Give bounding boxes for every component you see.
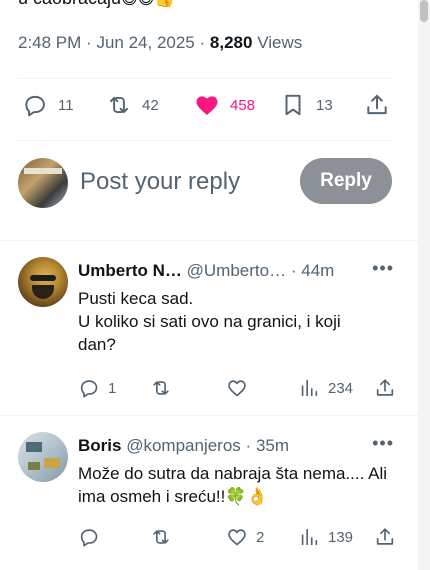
- reply-action[interactable]: 11: [22, 92, 74, 118]
- reply-post[interactable]: Umberto N… @Umberto… · 44m ••• Pusti kec…: [0, 241, 418, 415]
- bookmark-icon: [285, 94, 301, 116]
- author-handle[interactable]: @kompanjeros: [126, 436, 241, 455]
- reply-icon: [80, 380, 98, 398]
- reply-header: Umberto N… @Umberto… · 44m: [78, 261, 334, 281]
- repost-action[interactable]: [150, 526, 180, 548]
- views-action[interactable]: 234: [298, 377, 353, 399]
- reply-action[interactable]: 1: [78, 377, 116, 399]
- bookmark-action[interactable]: 13: [280, 92, 333, 118]
- views-icon: [301, 379, 318, 397]
- reply-post[interactable]: Boris @kompanjeros · 35m ••• Može do sut…: [0, 416, 418, 570]
- repost-action[interactable]: 42: [106, 92, 159, 118]
- post-date[interactable]: Jun 24, 2025: [96, 33, 194, 52]
- reply-header: Boris @kompanjeros · 35m: [78, 436, 289, 456]
- reply-button[interactable]: Reply: [300, 158, 392, 204]
- reply-text: Pusti keca sad. U koliko si sati ovo na …: [78, 289, 341, 354]
- repost-action[interactable]: [150, 377, 180, 399]
- post-action-bar: 11 42 458 13: [18, 92, 398, 124]
- repost-count: 42: [142, 96, 159, 114]
- reply-icon: [25, 95, 45, 117]
- scrollbar-track[interactable]: [418, 0, 430, 570]
- post-text-tail: u caobraćaju😅😅👍: [18, 0, 174, 9]
- views-count: 8,280: [209, 33, 253, 52]
- repost-icon: [153, 381, 169, 395]
- share-icon: [376, 379, 394, 396]
- views-count: 139: [328, 528, 354, 546]
- reply-action-bar: 2 139: [78, 526, 396, 552]
- more-icon[interactable]: •••: [372, 433, 394, 454]
- author-name[interactable]: Boris: [78, 436, 121, 455]
- my-avatar[interactable]: [18, 158, 68, 208]
- bookmark-count: 13: [316, 96, 333, 114]
- like-action[interactable]: [226, 377, 256, 399]
- reply-action[interactable]: [78, 526, 108, 548]
- author-name[interactable]: Umberto N…: [78, 261, 182, 280]
- reply-count: 11: [58, 96, 74, 114]
- post-time[interactable]: 2:48 PM: [18, 33, 81, 52]
- views-action[interactable]: 139: [298, 526, 353, 548]
- reply-text: Može do sutra da nabraja šta nema.... Al…: [78, 464, 392, 506]
- like-count: 458: [230, 96, 256, 114]
- like-count: 2: [256, 528, 265, 546]
- like-action[interactable]: 2: [226, 526, 264, 548]
- views-label: Views: [257, 33, 303, 52]
- header-dot: ·: [245, 436, 252, 455]
- reply-action-bar: 1 234: [78, 377, 396, 403]
- avatar[interactable]: [18, 257, 68, 307]
- repost-icon: [153, 530, 169, 544]
- share-action[interactable]: [374, 526, 396, 548]
- reply-composer: Post your reply Reply: [18, 158, 394, 210]
- scrollbar-thumb[interactable]: [420, 0, 428, 22]
- heart-icon: [228, 380, 246, 397]
- reply-icon: [80, 529, 98, 547]
- post-text-tail-emoji: 😅😅👍: [121, 0, 174, 8]
- reply-input[interactable]: Post your reply: [80, 168, 240, 196]
- like-action[interactable]: 458: [194, 92, 255, 118]
- views-count: 234: [328, 379, 354, 397]
- share-action[interactable]: [364, 92, 390, 118]
- divider: [18, 78, 394, 79]
- author-handle[interactable]: @Umberto…: [187, 261, 286, 280]
- share-icon: [367, 94, 387, 115]
- reply-time[interactable]: 44m: [301, 261, 334, 280]
- heart-icon: [228, 529, 246, 546]
- divider: [18, 140, 394, 141]
- more-icon[interactable]: •••: [372, 258, 394, 279]
- post-meta: 2:48 PM · Jun 24, 2025 · 8,280 Views: [18, 33, 302, 53]
- share-action[interactable]: [374, 377, 396, 399]
- views-icon: [301, 528, 318, 546]
- share-icon: [376, 528, 394, 545]
- reply-time[interactable]: 35m: [256, 436, 289, 455]
- meta-separator: ·: [86, 33, 92, 52]
- repost-icon: [109, 96, 129, 114]
- avatar[interactable]: [18, 432, 68, 482]
- post-text-tail-text: u caobraćaju: [18, 0, 121, 8]
- header-dot: ·: [290, 261, 297, 280]
- meta-separator-2: ·: [199, 33, 206, 52]
- reply-count: 1: [108, 379, 117, 397]
- heart-icon: [196, 96, 218, 115]
